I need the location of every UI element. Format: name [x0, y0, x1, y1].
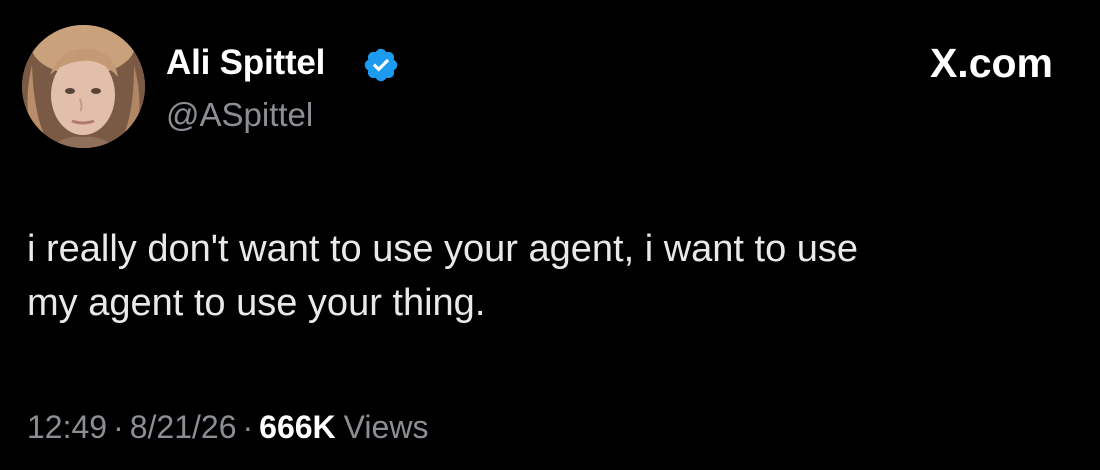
- display-name[interactable]: Ali Spittel: [166, 43, 325, 83]
- tweet-text: i really don't want to use your agent, i…: [27, 228, 859, 324]
- separator: ·: [113, 409, 124, 445]
- author-handle[interactable]: @ASpittel: [166, 95, 313, 135]
- avatar[interactable]: [22, 25, 145, 148]
- tweet-date[interactable]: 8/21/26: [130, 409, 237, 445]
- views-count: 666K: [259, 409, 336, 445]
- separator: ·: [242, 409, 254, 445]
- tweet-card: Ali Spittel @ASpittel X.com i really don…: [0, 0, 1100, 470]
- tweet-time[interactable]: 12:49: [27, 409, 107, 445]
- views-label: Views: [343, 409, 429, 445]
- verified-badge-icon: [364, 48, 398, 82]
- profile-photo-icon: [22, 25, 145, 148]
- brand-label: X.com: [929, 40, 1053, 86]
- tweet-meta: 12:49 · 8/21/26 · 666K Views: [27, 405, 428, 449]
